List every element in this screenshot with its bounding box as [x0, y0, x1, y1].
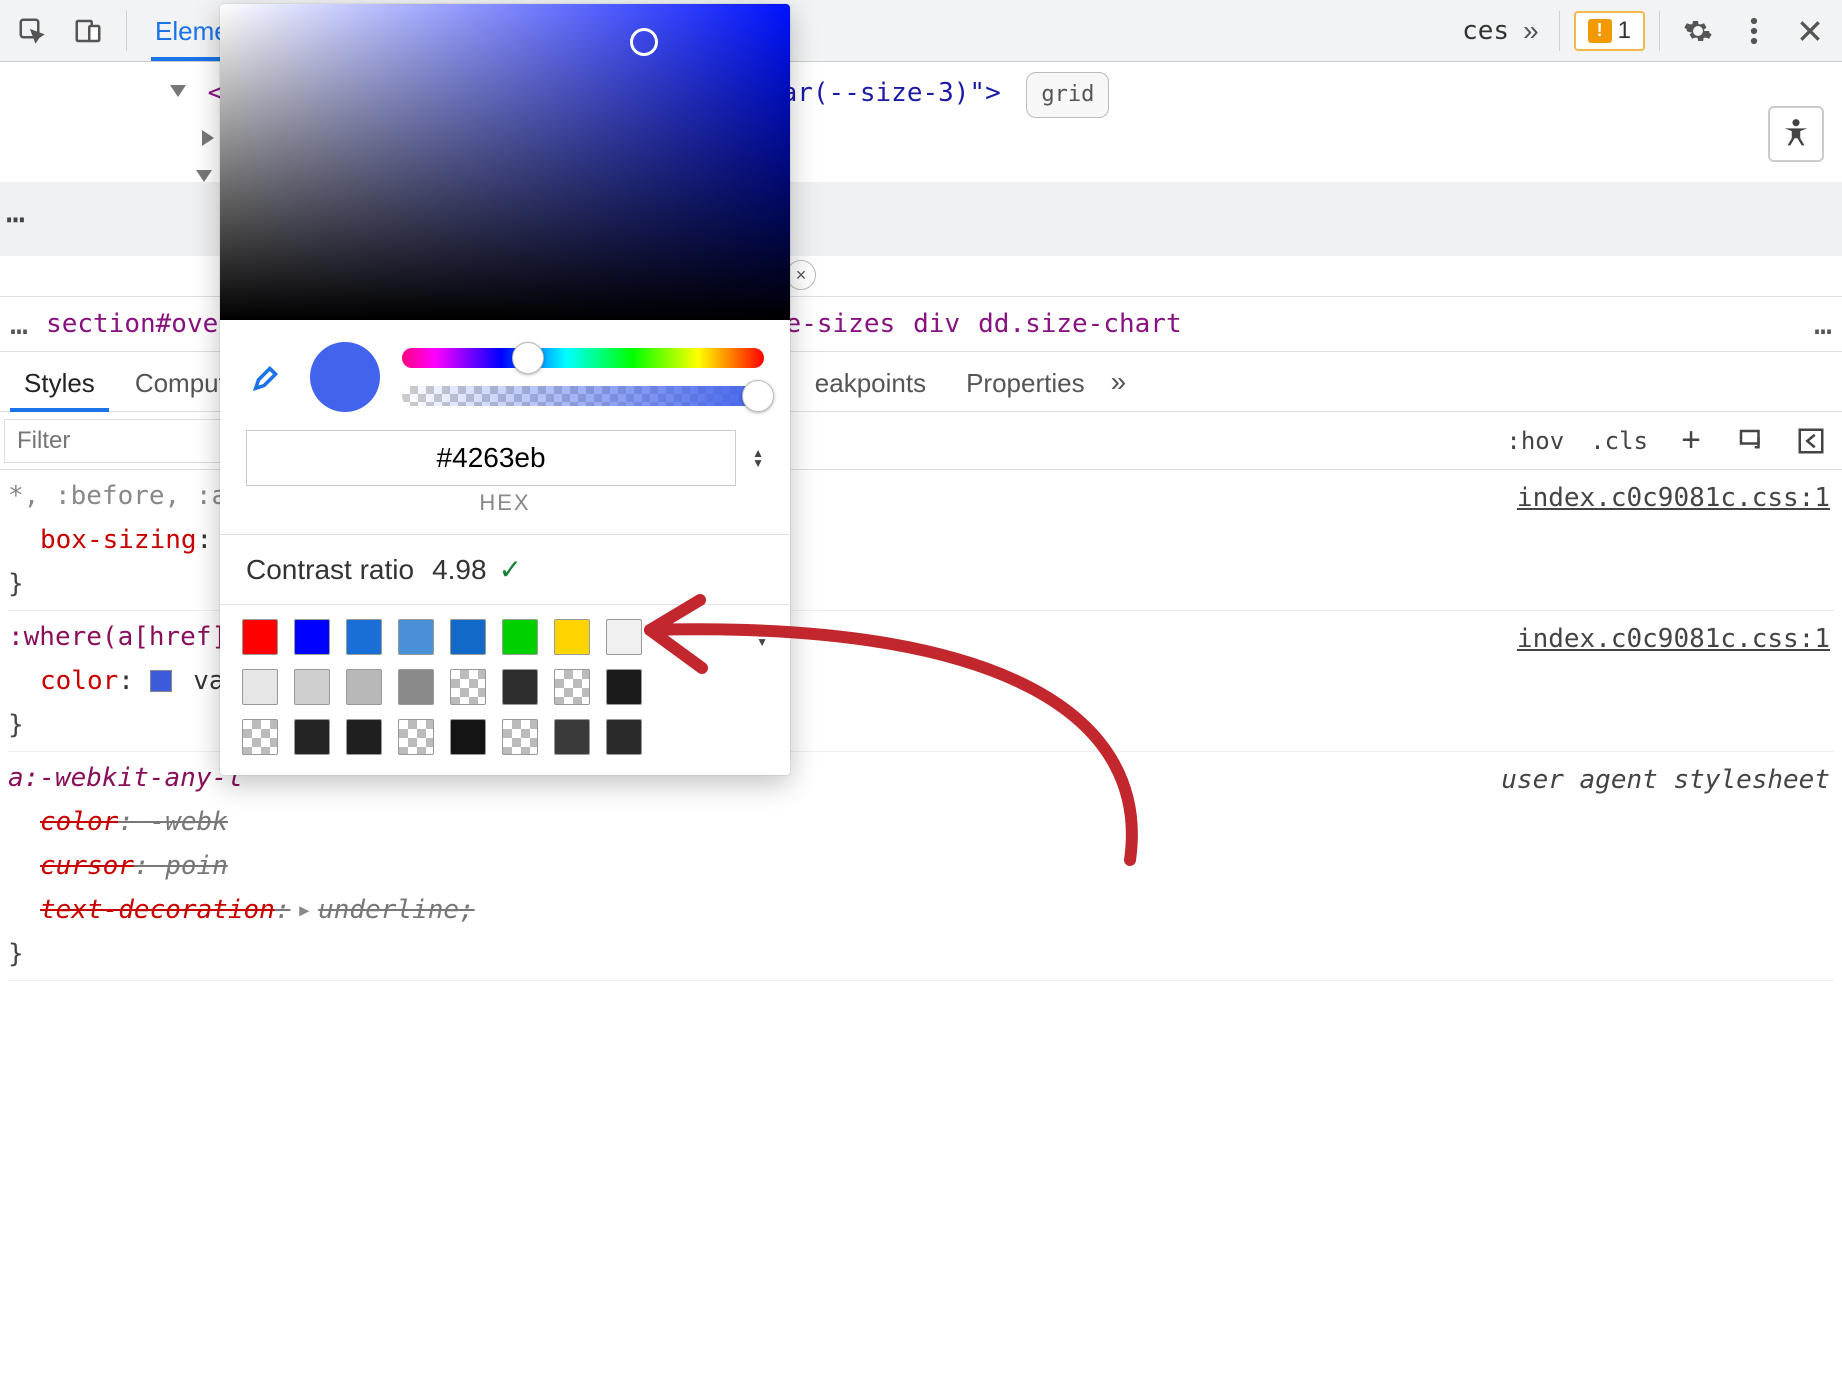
more-tabs-chevron-icon[interactable]: » [1517, 15, 1545, 47]
toolbar-separator [1659, 11, 1660, 51]
palette-swatch[interactable] [346, 669, 382, 705]
crumb-item[interactable]: div [913, 309, 960, 339]
palette-swatch[interactable] [294, 669, 330, 705]
css-property[interactable]: cursor [8, 851, 134, 881]
alpha-slider-knob[interactable] [742, 380, 774, 412]
tab-styles[interactable]: Styles [4, 358, 115, 411]
inspect-element-icon[interactable] [8, 7, 56, 55]
source-link[interactable]: index.c0c9081c.css:1 [1517, 617, 1830, 661]
color-picker-popover: ▲▼ HEX Contrast ratio 4.98 ✓ ▲▼ [220, 4, 790, 775]
issues-count: 1 [1618, 17, 1631, 45]
warning-icon: ! [1588, 19, 1612, 43]
selector[interactable]: :where(a[href]) [8, 622, 243, 652]
palette-swatch[interactable] [346, 619, 382, 655]
palette-swatch[interactable] [450, 619, 486, 655]
css-value[interactable]: underline; [318, 895, 475, 925]
palette-swatch[interactable] [242, 719, 278, 755]
style-rule[interactable]: user agent stylesheet a:-webkit-any-l co… [8, 756, 1834, 981]
palette-swatch[interactable] [398, 669, 434, 705]
source-link: user agent stylesheet [1501, 758, 1830, 802]
selector[interactable]: a:-webkit-any-l [8, 763, 243, 793]
accessibility-icon[interactable] [1768, 106, 1824, 162]
palette-swatch[interactable] [294, 619, 330, 655]
close-devtools-icon[interactable] [1786, 7, 1834, 55]
cls-toggle[interactable]: .cls [1590, 427, 1648, 455]
palette-swatch[interactable] [398, 719, 434, 755]
color-format-label: HEX [220, 490, 790, 534]
palette-swatch[interactable] [450, 719, 486, 755]
hov-toggle[interactable]: :hov [1506, 427, 1564, 455]
palette-swatch[interactable] [242, 669, 278, 705]
css-property[interactable]: color [8, 807, 118, 837]
palette-swatch[interactable] [502, 619, 538, 655]
palette-swatch[interactable] [554, 719, 590, 755]
crumb-item[interactable]: section#ove [46, 309, 218, 339]
alpha-slider[interactable] [402, 386, 764, 406]
toolbar-separator [1559, 11, 1560, 51]
paint-bucket-icon[interactable] [1734, 424, 1768, 458]
crumb-item[interactable]: dd.size-chart [978, 309, 1182, 339]
more-subtabs-chevron-icon[interactable]: » [1105, 366, 1133, 398]
contrast-value: 4.98 [432, 554, 487, 586]
crumb-overflow-right-icon[interactable]: … [1814, 307, 1832, 342]
palette-swatch[interactable] [502, 669, 538, 705]
expand-toggle-icon[interactable] [202, 130, 214, 146]
source-link[interactable]: index.c0c9081c.css:1 [1517, 476, 1830, 520]
expand-arrow-icon[interactable]: ▸ [296, 888, 312, 932]
css-value[interactable]: poin [165, 851, 228, 881]
grid-badge[interactable]: grid [1026, 72, 1109, 118]
palette-swatches: ▲▼ [220, 605, 790, 775]
css-value[interactable]: -webk [150, 807, 228, 837]
palette-swatch[interactable] [398, 619, 434, 655]
hex-input[interactable] [246, 430, 736, 486]
color-spectrum[interactable] [220, 4, 790, 320]
hue-slider[interactable] [402, 348, 764, 368]
kebab-menu-icon[interactable] [1730, 7, 1778, 55]
toolbar-separator [126, 11, 127, 51]
eyedropper-icon[interactable] [246, 356, 288, 398]
palette-swatch[interactable] [554, 619, 590, 655]
palette-swatch[interactable] [346, 719, 382, 755]
palette-swatch[interactable] [242, 619, 278, 655]
check-icon: ✓ [499, 553, 522, 586]
settings-gear-icon[interactable] [1674, 7, 1722, 55]
contrast-label: Contrast ratio [246, 554, 414, 586]
format-spinner-icon[interactable]: ▲▼ [746, 449, 764, 467]
issues-counter[interactable]: ! 1 [1574, 11, 1645, 51]
palette-swatch[interactable] [450, 669, 486, 705]
palette-swatch[interactable] [554, 669, 590, 705]
device-toggle-icon[interactable] [64, 7, 112, 55]
palette-spinner-icon[interactable]: ▲▼ [756, 628, 768, 646]
palette-swatch[interactable] [606, 719, 642, 755]
selector[interactable]: *, :before, :af [8, 481, 243, 511]
spectrum-cursor[interactable] [630, 28, 658, 56]
contrast-ratio-row[interactable]: Contrast ratio 4.98 ✓ [220, 534, 790, 605]
palette-swatch[interactable] [294, 719, 330, 755]
tab-breakpoints[interactable]: eakpoints [795, 358, 946, 411]
palette-swatch[interactable] [606, 619, 642, 655]
hue-slider-knob[interactable] [512, 342, 544, 374]
expand-toggle-icon[interactable] [196, 170, 212, 182]
palette-swatch[interactable] [502, 719, 538, 755]
css-property[interactable]: box-sizing [8, 525, 197, 555]
attr-value: var(--size-3)"> [766, 78, 1001, 108]
tab-properties[interactable]: Properties [946, 358, 1105, 411]
current-color-swatch [310, 342, 380, 412]
css-property[interactable]: color [8, 666, 118, 696]
panel-tab-sources-peek[interactable]: ces [1462, 16, 1509, 46]
color-swatch[interactable] [150, 670, 172, 692]
computed-toggle-icon[interactable] [1794, 424, 1828, 458]
new-style-rule-icon[interactable]: + [1674, 424, 1708, 458]
expand-toggle-icon[interactable] [170, 85, 186, 97]
ellipsis-icon[interactable]: ⋯ [6, 200, 227, 238]
palette-swatch[interactable] [606, 669, 642, 705]
css-property[interactable]: text-decoration [8, 895, 275, 925]
close-pill-icon[interactable]: × [786, 260, 816, 290]
crumb-overflow-left-icon[interactable]: … [10, 307, 28, 342]
